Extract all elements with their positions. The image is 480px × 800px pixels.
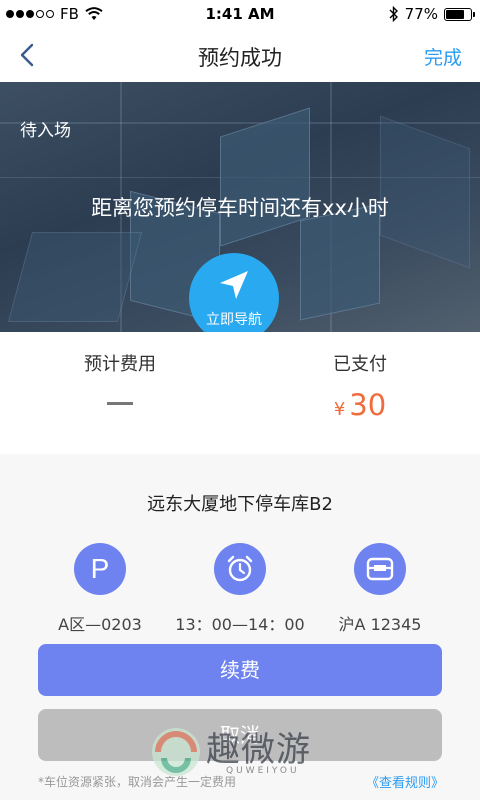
car-plate-icon <box>354 543 406 595</box>
navigate-label: 立即导航 <box>206 312 262 328</box>
currency-symbol: ¥ <box>333 399 346 420</box>
alarm-clock-icon <box>214 543 266 595</box>
parking-space-text: A区—0203 <box>58 615 142 634</box>
parking-info-row: P A区—0203 13：00—14：00 沪A 12345 <box>0 543 480 635</box>
paid-amount: 30 <box>349 388 387 422</box>
page-title: 预约成功 <box>198 46 282 70</box>
countdown-message: 距离您预约停车时间还有xx小时 <box>91 196 389 220</box>
cancel-fee-note: *车位资源紧张，取消会产生一定费用 <box>38 775 237 789</box>
navigation-arrow-icon <box>220 271 248 299</box>
parking-lot-name: 远东大厦地下停车库B2 <box>147 494 333 515</box>
parking-time-item: 13：00—14：00 <box>160 543 320 635</box>
parking-icon: P <box>74 543 126 595</box>
license-plate-item: 沪A 12345 <box>300 543 460 635</box>
parking-time-text: 13：00—14：00 <box>175 615 305 634</box>
cancel-button[interactable]: 取消 <box>38 709 442 761</box>
status-bar: FB 1:41 AM 77% <box>0 0 480 28</box>
done-button[interactable]: 完成 <box>424 43 462 70</box>
estimated-fee-label: 预计费用 <box>84 354 156 375</box>
estimated-fee-value <box>107 402 133 405</box>
renew-button[interactable]: 续费 <box>38 644 442 696</box>
paid-fee: 已支付 ¥30 <box>240 350 480 422</box>
view-rules-link[interactable]: 《查看规则》 <box>366 772 444 791</box>
paid-fee-value: ¥30 <box>240 388 480 422</box>
nav-bar: 预约成功 完成 <box>0 28 480 82</box>
bluetooth-icon <box>389 6 398 22</box>
fee-card: 预计费用 已支付 ¥30 <box>0 332 480 454</box>
navigate-button[interactable]: 立即导航 <box>189 253 279 343</box>
battery-fill <box>446 9 465 19</box>
battery-percent: 77% <box>404 5 438 23</box>
watermark-subtext: QUWEIYOU <box>226 766 300 776</box>
paid-fee-label: 已支付 <box>333 354 387 375</box>
license-plate-text: 沪A 12345 <box>338 615 422 634</box>
parking-space-item: P A区—0203 <box>20 543 180 635</box>
status-right: 77% <box>389 5 475 23</box>
battery-icon <box>444 7 475 21</box>
estimated-fee: 预计费用 <box>0 350 240 405</box>
parking-status: 待入场 <box>20 121 71 141</box>
